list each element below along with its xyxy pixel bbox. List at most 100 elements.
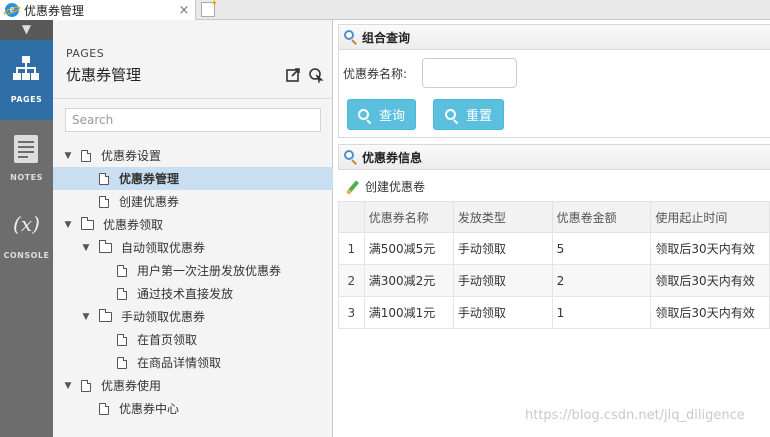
tree-item-label: 优惠券设置	[101, 149, 162, 163]
search-input[interactable]	[65, 108, 321, 132]
tree-item[interactable]: ▼ 优惠券设置	[53, 144, 333, 167]
search-icon	[344, 30, 358, 45]
folder-icon	[99, 309, 112, 322]
validity-cell: 领取后30天内有效	[650, 296, 770, 329]
issue-type-cell: 手动领取	[452, 296, 553, 329]
tree-item-label: 自动领取优惠券	[121, 241, 206, 255]
tree-item[interactable]: 创建优惠券	[53, 190, 333, 213]
coupon-name-cell: 满300减2元	[363, 264, 454, 297]
tree-item-label: 优惠券中心	[119, 402, 180, 416]
tree-item[interactable]: 用户第一次注册发放优惠券	[53, 259, 333, 282]
close-icon[interactable]: ×	[177, 3, 191, 18]
console-icon: (x)	[13, 212, 40, 236]
create-coupon-label: 创建优惠卷	[365, 180, 426, 194]
tree-item[interactable]: ▼ 手动领取优惠券	[53, 305, 333, 328]
coupon-name-input[interactable]	[422, 58, 517, 88]
table-row[interactable]: 1 满500减5元 手动领取 5 领取后30天内有效	[338, 232, 770, 265]
coupon-name-label: 优惠券名称:	[343, 67, 408, 81]
collapse-chevron-icon[interactable]: ▼	[0, 20, 53, 40]
tree-item-label: 用户第一次注册发放优惠券	[137, 264, 282, 278]
query-panel-header: 组合查询	[338, 24, 770, 50]
table-row[interactable]: 2 满300减2元 手动领取 2 领取后30天内有效	[338, 264, 770, 297]
tree-item[interactable]: 优惠券中心	[53, 397, 333, 420]
amount-cell: 2	[551, 264, 652, 297]
tree-item[interactable]: 在商品详情领取	[53, 351, 333, 374]
row-number: 3	[338, 296, 365, 329]
page-icon	[117, 356, 127, 369]
sitemap-icon	[13, 56, 39, 80]
locate-page-icon[interactable]	[308, 67, 324, 83]
caret-down-icon[interactable]: ▼	[63, 220, 73, 230]
page-icon	[117, 333, 127, 346]
rail-pages[interactable]: PAGES	[0, 40, 53, 120]
amount-cell: 1	[551, 296, 652, 329]
pencil-icon	[346, 179, 360, 195]
column-header	[338, 201, 365, 233]
caret-down-icon[interactable]: ▼	[63, 151, 73, 161]
watermark: https://blog.csdn.net/jlq_diligence	[525, 408, 745, 423]
tree-item-label: 优惠券管理	[119, 172, 180, 186]
page-title: 优惠券管理	[66, 66, 142, 84]
reset-button[interactable]: 重置	[433, 99, 504, 130]
tree-item-label: 通过技术直接发放	[137, 287, 234, 301]
validity-cell: 领取后30天内有效	[650, 264, 770, 297]
validity-cell: 领取后30天内有效	[650, 232, 770, 265]
caret-down-icon[interactable]: ▼	[81, 312, 91, 322]
query-panel: 优惠券名称: 查询 重置	[338, 50, 770, 138]
row-number: 1	[338, 232, 365, 265]
page-icon	[117, 287, 127, 300]
new-tab-icon[interactable]: ✦	[201, 0, 218, 17]
column-header[interactable]: 优惠卷金额	[551, 201, 652, 233]
rail-notes[interactable]: NOTES	[0, 120, 53, 198]
search-icon	[344, 150, 358, 165]
issue-type-cell: 手动领取	[452, 232, 553, 265]
page-icon	[81, 149, 91, 162]
column-header[interactable]: 使用起止时间	[650, 201, 770, 233]
rail-pages-label: PAGES	[10, 95, 43, 104]
tab-title: 优惠券管理	[24, 3, 85, 18]
page-icon	[117, 264, 127, 277]
column-header[interactable]: 发放类型	[452, 201, 553, 233]
tree-item[interactable]: 通过技术直接发放	[53, 282, 333, 305]
search-icon	[357, 109, 369, 120]
tree-item[interactable]: ▼ 自动领取优惠券	[53, 236, 333, 259]
create-coupon-link[interactable]: 创建优惠卷	[346, 178, 425, 195]
info-panel-title: 优惠券信息	[362, 150, 423, 165]
notes-icon	[14, 135, 38, 163]
column-header[interactable]: 优惠券名称	[363, 201, 454, 233]
table-row[interactable]: 3 满100减1元 手动领取 1 领取后30天内有效	[338, 296, 770, 329]
left-rail: ▼ PAGES NOTES (x) CONSOLE	[0, 20, 53, 437]
tree-item[interactable]: ▼ 优惠券领取	[53, 213, 333, 236]
tree-item[interactable]: 在首页领取	[53, 328, 333, 351]
rail-console-label: CONSOLE	[3, 251, 50, 260]
coupon-name-cell: 满100减1元	[363, 296, 454, 329]
export-icon[interactable]	[285, 67, 301, 83]
caret-down-icon[interactable]: ▼	[63, 381, 73, 391]
page-icon	[99, 402, 109, 415]
row-number: 2	[338, 264, 365, 297]
reset-button-label: 重置	[465, 109, 492, 124]
tree-item[interactable]: ▼ 优惠券使用	[53, 374, 333, 397]
search-button[interactable]: 查询	[347, 99, 416, 130]
rail-console[interactable]: (x) CONSOLE	[0, 198, 53, 276]
divider	[53, 98, 333, 99]
tree-item-label: 手动领取优惠券	[121, 310, 206, 324]
main-content: 组合查询 优惠券名称: 查询 重置 优惠券信息 创建优惠卷 优惠券名称 发放类型…	[334, 20, 770, 437]
tab-coupon-management[interactable]: e 优惠券管理 ×	[0, 0, 196, 20]
folder-icon	[81, 217, 94, 230]
browser-icon: e	[2, 3, 22, 17]
tree-item-label: 优惠券领取	[103, 218, 164, 232]
coupon-table: 优惠券名称 发放类型 优惠卷金额 使用起止时间 1 满500减5元 手动领取 5…	[338, 201, 770, 329]
tree-item-label: 创建优惠券	[119, 195, 180, 209]
folder-icon	[99, 240, 112, 253]
table-header-row: 优惠券名称 发放类型 优惠卷金额 使用起止时间	[338, 201, 770, 233]
issue-type-cell: 手动领取	[452, 264, 553, 297]
page-icon	[99, 195, 109, 208]
tree-item[interactable]: 优惠券管理	[53, 167, 333, 190]
info-panel-header: 优惠券信息	[338, 144, 770, 170]
coupon-name-cell: 满500减5元	[363, 232, 454, 265]
tree-item-label: 在首页领取	[137, 333, 198, 347]
pages-header: PAGES	[66, 47, 105, 60]
caret-down-icon[interactable]: ▼	[81, 243, 91, 253]
rail-notes-label: NOTES	[10, 173, 43, 182]
